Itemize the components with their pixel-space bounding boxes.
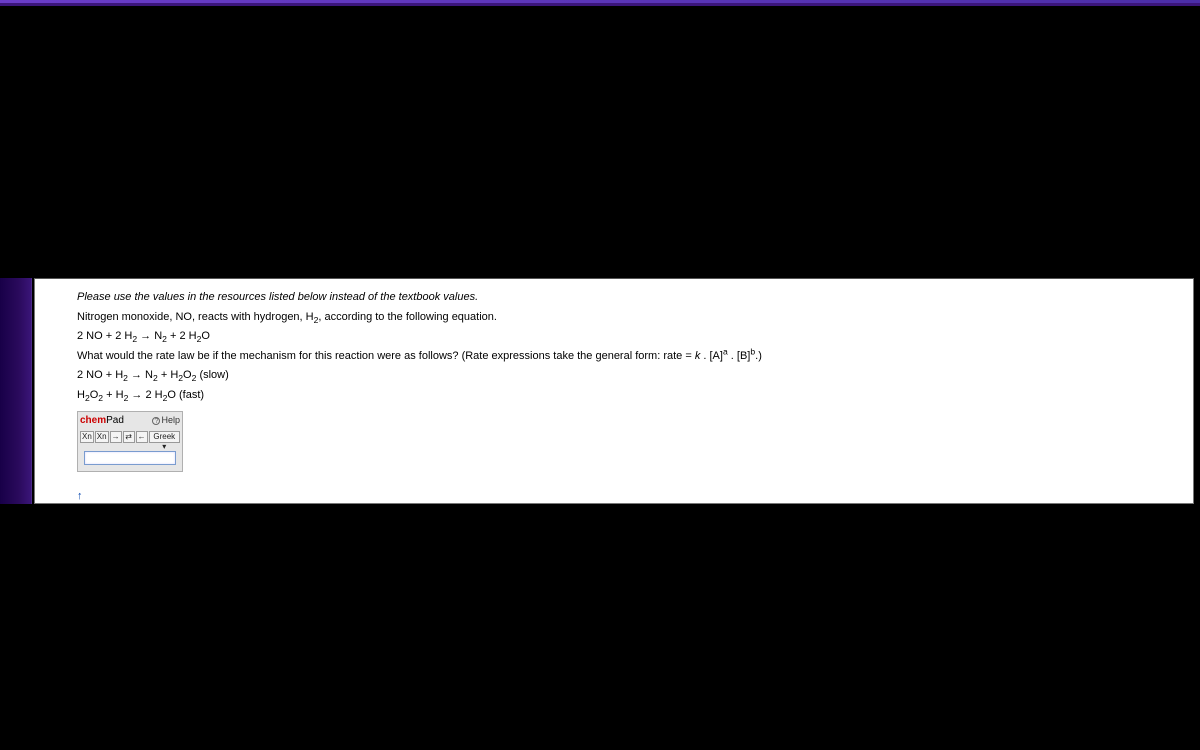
- m1-d: O: [183, 369, 192, 381]
- eq-d: O: [201, 330, 210, 342]
- question-panel: Please use the values in the resources l…: [34, 278, 1194, 504]
- m1-note: (slow): [196, 369, 228, 381]
- intro-text: Nitrogen monoxide, NO, reacts with hydro…: [77, 309, 1193, 327]
- chempad-widget: chemPad ? Help Xn Xn → ⇄ ← Greek ▾: [77, 411, 183, 472]
- chempad-tool-group: Xn Xn → ⇄ ←: [80, 431, 148, 443]
- m1-b: → N: [128, 369, 153, 381]
- help-icon: ?: [152, 417, 160, 425]
- m2-note: (fast): [176, 389, 204, 401]
- m2-d: → 2 H: [128, 389, 162, 401]
- prompt-text: What would the rate law be if the mechan…: [77, 348, 1193, 366]
- m2-a: H: [77, 389, 85, 401]
- right-arrow-button[interactable]: →: [110, 431, 122, 443]
- m1-c: + H: [158, 369, 178, 381]
- main-equation: 2 NO + 2 H2 → N2 + 2 H2O: [77, 328, 1193, 346]
- chempad-brand-suffix: Pad: [106, 415, 124, 426]
- window-title-bar-shadow: [0, 3, 1200, 6]
- chempad-input[interactable]: [84, 451, 176, 465]
- m1-a: 2 NO + H: [77, 369, 123, 381]
- subscript-button[interactable]: Xn: [80, 431, 94, 443]
- chempad-toolbar: Xn Xn → ⇄ ← Greek ▾: [78, 430, 182, 445]
- intro-prefix: Nitrogen monoxide, NO, reacts with hydro…: [77, 311, 314, 323]
- m2-b: O: [90, 389, 99, 401]
- chempad-help-link[interactable]: ? Help: [152, 413, 180, 427]
- eq-c: + 2 H: [167, 330, 197, 342]
- mechanism-step-1: 2 NO + H2 → N2 + H2O2 (slow): [77, 367, 1193, 385]
- equilibrium-arrow-button[interactable]: ⇄: [123, 431, 135, 443]
- mechanism-step-2: H2O2 + H2 → 2 H2O (fast): [77, 387, 1193, 405]
- instruction-text: Please use the values in the resources l…: [77, 289, 1193, 307]
- left-arrow-button[interactable]: ←: [136, 431, 148, 443]
- eq-a: 2 NO + 2 H: [77, 330, 132, 342]
- m2-c: + H: [103, 389, 123, 401]
- chempad-header: chemPad ? Help: [78, 412, 182, 430]
- help-label: Help: [161, 413, 180, 427]
- rate-mid: . [A]: [700, 350, 723, 362]
- rate-suffix: .): [755, 350, 762, 362]
- greek-dropdown-button[interactable]: Greek ▾: [149, 431, 180, 443]
- chempad-brand: chemPad: [80, 413, 124, 429]
- left-sidebar-gutter: [0, 278, 32, 504]
- chempad-brand-prefix: chem: [80, 415, 106, 426]
- scroll-up-link[interactable]: ↑: [77, 488, 83, 506]
- m2-e: O: [167, 389, 176, 401]
- rate-mid2: . [B]: [728, 350, 751, 362]
- intro-suffix: , according to the following equation.: [318, 311, 497, 323]
- superscript-button[interactable]: Xn: [95, 431, 109, 443]
- prompt-prefix: What would the rate law be if the mechan…: [77, 350, 695, 362]
- eq-b: → N: [137, 330, 162, 342]
